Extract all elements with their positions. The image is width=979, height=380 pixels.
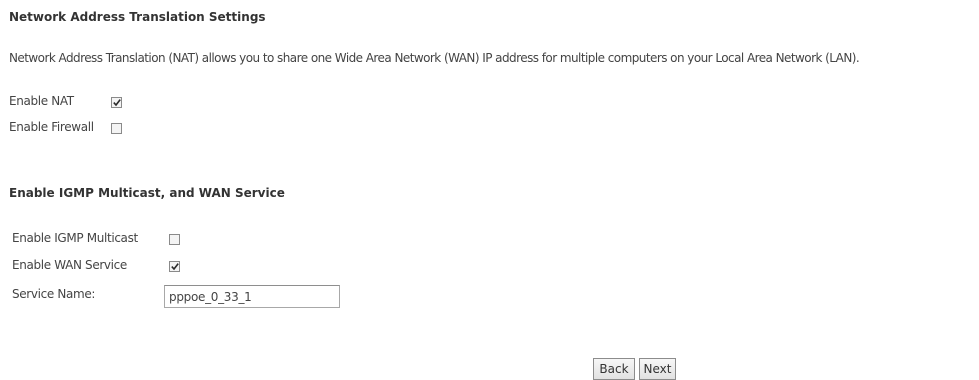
nat-description: Network Address Translation (NAT) allows… <box>9 51 860 65</box>
enable-wan-service-label: Enable WAN Service <box>12 258 127 272</box>
next-button[interactable]: Next <box>639 358 676 380</box>
enable-firewall-label: Enable Firewall <box>9 120 94 134</box>
enable-nat-label: Enable NAT <box>9 94 74 108</box>
back-button[interactable]: Back <box>593 358 635 380</box>
service-name-input[interactable] <box>164 285 340 308</box>
checkmark-icon <box>113 99 121 107</box>
enable-wan-service-checkbox[interactable] <box>169 261 180 272</box>
enable-igmp-label: Enable IGMP Multicast <box>12 231 138 245</box>
enable-igmp-checkbox[interactable] <box>169 234 180 245</box>
enable-firewall-checkbox[interactable] <box>111 123 122 134</box>
checkmark-icon <box>171 263 179 271</box>
enable-nat-checkbox[interactable] <box>111 97 122 108</box>
nat-section-title: Network Address Translation Settings <box>9 10 266 24</box>
igmp-section-title: Enable IGMP Multicast, and WAN Service <box>9 186 285 200</box>
service-name-label: Service Name: <box>12 287 96 301</box>
